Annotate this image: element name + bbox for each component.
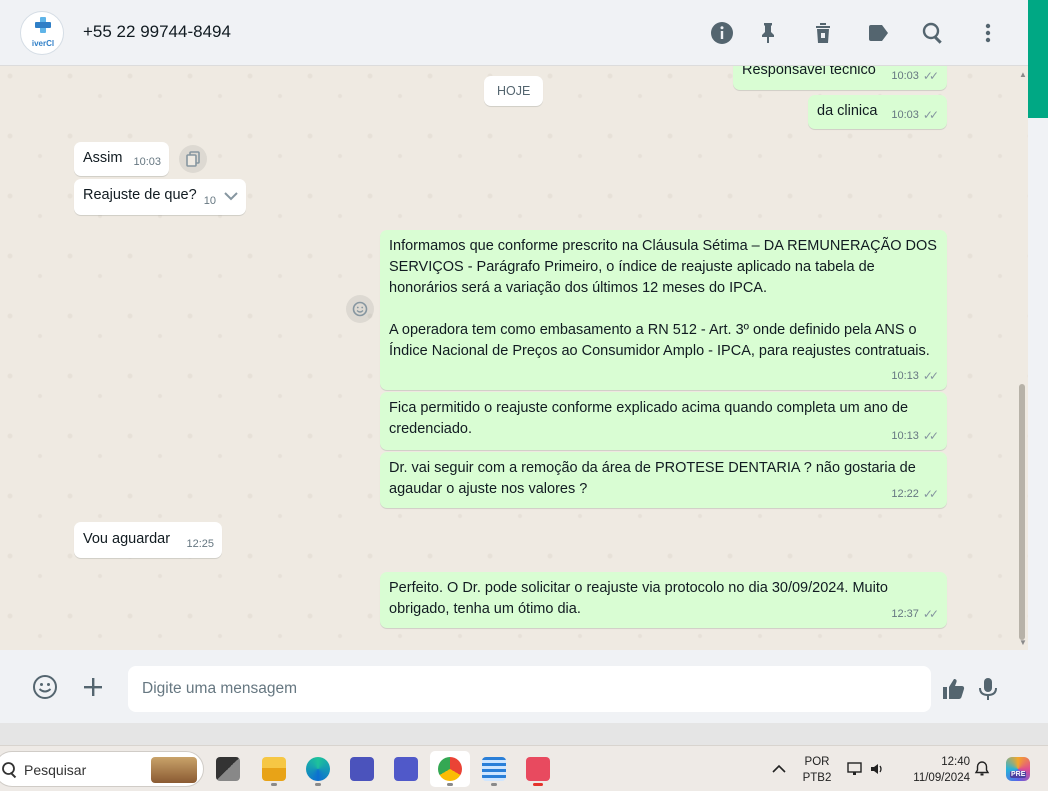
message-bubble-incoming[interactable]: Assim 10:03 xyxy=(74,142,169,176)
message-composer xyxy=(0,650,1028,723)
clock-time: 12:40 xyxy=(941,756,970,768)
message-input[interactable] xyxy=(128,666,931,712)
language-code: POR xyxy=(804,756,830,768)
running-indicator xyxy=(447,783,453,786)
input-language-indicator[interactable]: POR PTB2 xyxy=(800,754,834,786)
thumbs-up-icon[interactable] xyxy=(938,674,968,704)
read-ticks-icon: ✓✓ xyxy=(922,607,939,621)
message-bubble-outgoing[interactable]: Fica permitido o reajuste conforme expli… xyxy=(380,392,947,450)
message-meta: 12:37 ✓✓ xyxy=(891,604,939,625)
copilot-preview-badge: PRE xyxy=(1010,771,1027,778)
volume-icon[interactable] xyxy=(868,760,886,778)
read-ticks-icon: ✓✓ xyxy=(922,69,939,83)
taskbar-search-label: Pesquisar xyxy=(24,762,87,778)
message-text: Fica permitido o reajuste conforme expli… xyxy=(389,400,913,437)
info-icon[interactable] xyxy=(707,18,737,48)
scroll-thumb[interactable] xyxy=(1019,384,1025,640)
running-indicator xyxy=(315,783,321,786)
clock-date: 11/09/2024 xyxy=(913,772,970,784)
delete-icon[interactable] xyxy=(808,18,838,48)
emoji-icon[interactable] xyxy=(30,672,60,702)
message-bubble-outgoing[interactable]: Dr. vai seguir com a remoção da área de … xyxy=(380,452,947,508)
message-time: 12:37 xyxy=(891,608,919,620)
notepad-icon[interactable] xyxy=(474,751,514,787)
message-text: Dr. vai seguir com a remoção da área de … xyxy=(389,460,920,497)
running-indicator xyxy=(491,783,497,786)
message-time: 10:13 xyxy=(891,370,919,382)
windows-taskbar: Pesquisar POR PTB2 12:40 11/09/2024 PRE xyxy=(0,745,1048,791)
message-bubble-outgoing[interactable]: Responsavel tecnico 10:03 ✓✓ xyxy=(733,66,947,90)
system-clock[interactable]: 12:40 11/09/2024 xyxy=(900,754,970,786)
message-bubble-outgoing[interactable]: da clinica 10:03 ✓✓ xyxy=(808,95,947,129)
scroll-up-icon[interactable]: ▲ xyxy=(1019,70,1027,79)
copy-icon xyxy=(186,151,200,167)
message-meta: 10 xyxy=(204,191,216,212)
message-time: 10:03 xyxy=(891,70,919,82)
message-time: 10:13 xyxy=(891,430,919,442)
message-meta: 10:13 ✓✓ xyxy=(891,366,939,387)
message-meta: 12:22 ✓✓ xyxy=(891,484,939,505)
label-icon[interactable] xyxy=(863,18,893,48)
edge-browser-icon[interactable] xyxy=(298,751,338,787)
message-time: 10:03 xyxy=(133,156,161,168)
emoji-react-icon xyxy=(352,301,368,317)
whatsapp-window: iverCl +55 22 99744-8494 HOJE Responsave… xyxy=(0,0,1048,791)
message-bubble-outgoing[interactable]: Perfeito. O Dr. pode solicitar o reajust… xyxy=(380,572,947,628)
copilot-icon[interactable]: PRE xyxy=(1006,757,1030,781)
running-indicator xyxy=(533,783,543,786)
message-text: Perfeito. O Dr. pode solicitar o reajust… xyxy=(389,580,892,617)
contact-name[interactable]: +55 22 99744-8494 xyxy=(83,22,231,42)
chat-scrollbar[interactable]: ▲ ▼ xyxy=(1017,66,1027,650)
search-highlight-image xyxy=(151,757,197,783)
teams-icon[interactable] xyxy=(342,751,382,787)
right-accent-bar xyxy=(1028,0,1048,118)
message-time: 10:03 xyxy=(891,109,919,121)
read-ticks-icon: ✓✓ xyxy=(922,429,939,443)
avatar-logo-text: iverCl xyxy=(31,39,55,48)
teams-classic-icon[interactable] xyxy=(386,751,426,787)
attach-plus-icon[interactable] xyxy=(78,672,108,702)
clinic-logo-icon xyxy=(35,17,51,33)
message-bubble-outgoing[interactable]: Informamos que conforme prescrito na Clá… xyxy=(380,230,947,390)
message-bubble-incoming[interactable]: Reajuste de que? 10 xyxy=(74,179,246,215)
copy-message-button[interactable] xyxy=(179,145,207,173)
network-icon[interactable] xyxy=(846,760,864,778)
search-icon[interactable] xyxy=(918,18,948,48)
message-list[interactable]: HOJE Responsavel tecnico 10:03 ✓✓ da clin… xyxy=(0,66,1028,650)
message-text: Informamos que conforme prescrito na Clá… xyxy=(389,238,937,359)
menu-icon[interactable] xyxy=(973,18,1003,48)
message-text: Reajuste de que? xyxy=(83,187,197,203)
running-indicator xyxy=(271,783,277,786)
chrome-icon[interactable] xyxy=(430,751,470,787)
snipping-tool-icon[interactable] xyxy=(518,751,558,787)
show-hidden-icons-chevron-icon[interactable] xyxy=(770,760,788,778)
react-button[interactable] xyxy=(346,295,374,323)
contact-avatar[interactable]: iverCl xyxy=(20,11,64,55)
read-ticks-icon: ✓✓ xyxy=(922,108,939,122)
scroll-down-icon[interactable]: ▼ xyxy=(1019,638,1027,647)
taskbar-search[interactable]: Pesquisar xyxy=(0,751,204,787)
read-ticks-icon: ✓✓ xyxy=(922,369,939,383)
date-divider: HOJE xyxy=(484,76,544,106)
window-bottom-band xyxy=(0,723,1048,745)
message-meta: 10:03 ✓✓ xyxy=(891,66,939,87)
message-bubble-incoming[interactable]: Vou aguardar 12:25 xyxy=(74,522,222,558)
chat-header: iverCl +55 22 99744-8494 xyxy=(0,0,1028,66)
keyboard-layout: PTB2 xyxy=(802,772,832,784)
message-meta: 12:25 xyxy=(186,534,214,555)
microphone-icon[interactable] xyxy=(973,674,1003,704)
read-ticks-icon: ✓✓ xyxy=(922,487,939,501)
message-meta: 10:03 xyxy=(133,152,161,173)
notifications-bell-icon[interactable] xyxy=(973,760,991,778)
search-icon xyxy=(1,761,19,779)
message-time: 12:22 xyxy=(891,488,919,500)
pin-icon[interactable] xyxy=(753,18,783,48)
message-meta: 10:03 ✓✓ xyxy=(891,105,939,126)
message-meta: 10:13 ✓✓ xyxy=(891,426,939,447)
task-view-icon[interactable] xyxy=(208,751,248,787)
message-time: 12:25 xyxy=(186,538,214,550)
file-explorer-icon[interactable] xyxy=(254,751,294,787)
message-options-chevron-icon[interactable] xyxy=(222,187,240,205)
message-time: 10 xyxy=(203,195,216,207)
